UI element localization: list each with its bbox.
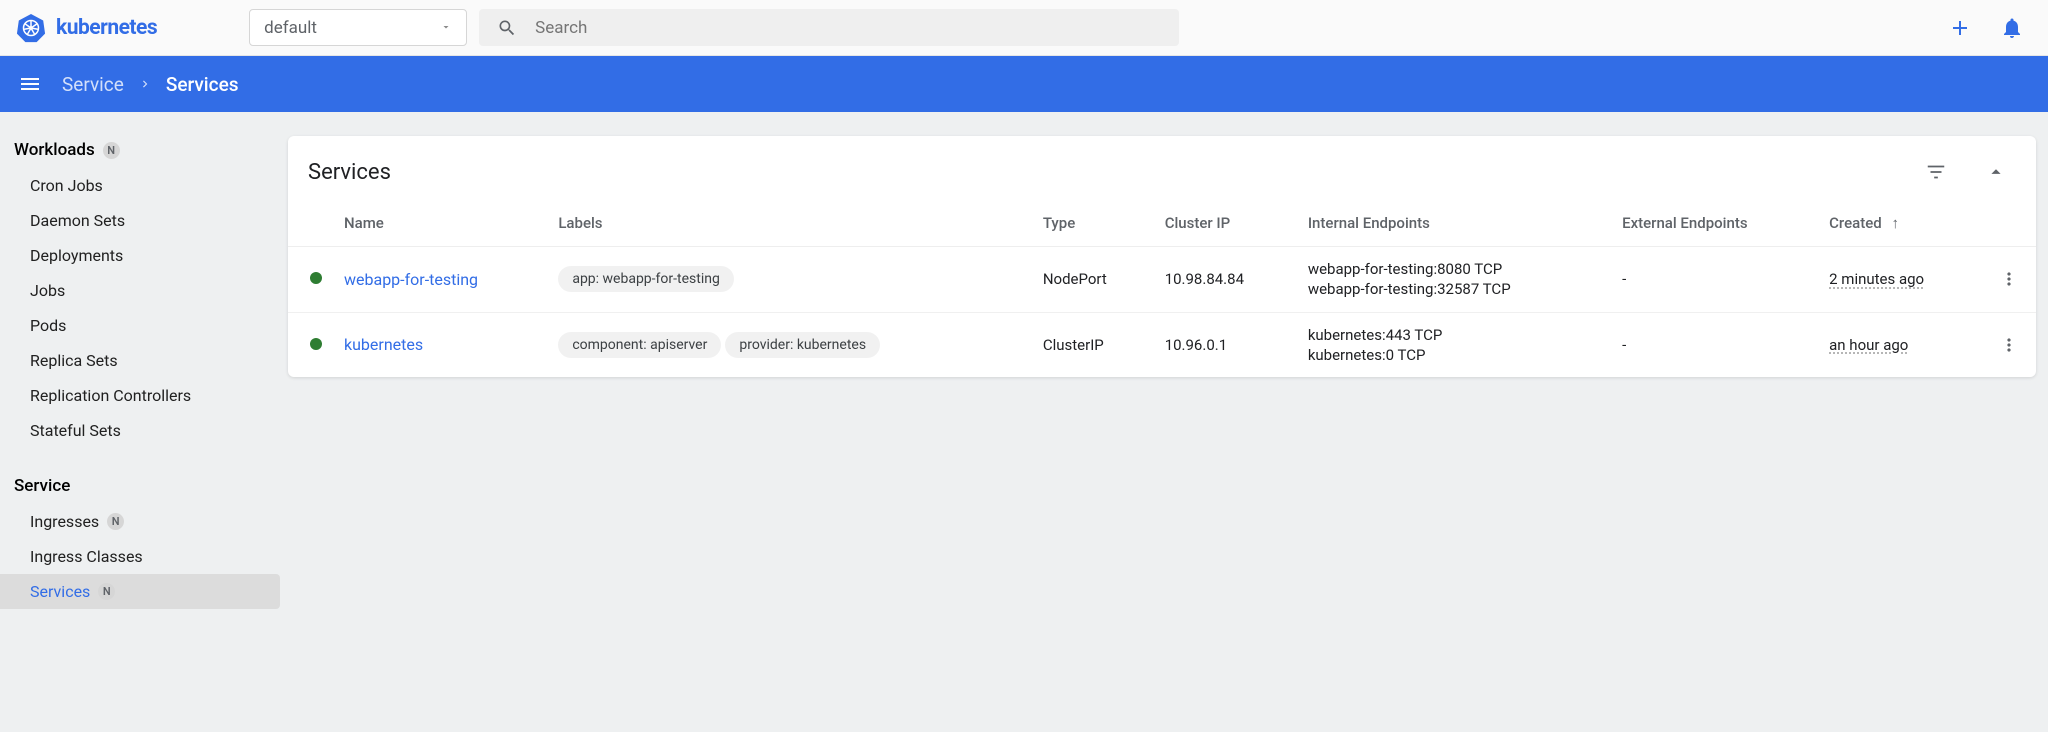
row-menu-cell <box>1982 312 2036 377</box>
created-cell: 2 minutes ago <box>1817 247 1982 313</box>
sidebar-section-service[interactable]: Service <box>0 468 280 504</box>
internal-endpoints-cell: webapp-for-testing:8080 TCPwebapp-for-te… <box>1296 247 1610 313</box>
sidebar-item-replication-controllers[interactable]: Replication Controllers <box>0 378 280 413</box>
create-button[interactable] <box>1940 8 1980 48</box>
sidebar-item-deployments[interactable]: Deployments <box>0 238 280 273</box>
badge: N <box>107 513 124 530</box>
notifications-button[interactable] <box>1992 8 2032 48</box>
logo[interactable]: kubernetes <box>16 13 157 43</box>
collapse-button[interactable] <box>1976 152 2016 192</box>
sidebar: Workloads N Cron Jobs Daemon Sets Deploy… <box>0 112 280 732</box>
top-toolbar: kubernetes default <box>0 0 2048 56</box>
status-cell <box>288 312 344 377</box>
logo-text: kubernetes <box>56 16 157 40</box>
status-cell <box>288 247 344 313</box>
row-menu-button[interactable] <box>1994 264 2024 294</box>
sidebar-section-workloads[interactable]: Workloads N <box>0 132 280 168</box>
caret-up-icon <box>1985 161 2007 183</box>
cluster-ip-cell: 10.96.0.1 <box>1153 312 1296 377</box>
menu-button[interactable] <box>12 66 48 102</box>
internal-endpoints-cell: kubernetes:443 TCPkubernetes:0 TCP <box>1296 312 1610 377</box>
search-icon <box>497 18 517 38</box>
subheader: Service Services <box>0 56 2048 112</box>
kubernetes-logo-icon <box>16 13 46 43</box>
label-chip: component: apiserver <box>558 332 721 358</box>
content: Services Name Labels Type Cluster IP <box>280 112 2048 732</box>
sidebar-item-replica-sets[interactable]: Replica Sets <box>0 343 280 378</box>
sidebar-item-pods[interactable]: Pods <box>0 308 280 343</box>
table-row: kubernetes component: apiserverprovider: … <box>288 312 2036 377</box>
labels-cell: component: apiserverprovider: kubernetes <box>546 312 1031 377</box>
filter-icon <box>1925 161 1947 183</box>
name-cell: webapp-for-testing <box>344 247 546 313</box>
sidebar-section-label: Workloads <box>14 140 95 160</box>
services-table: Name Labels Type Cluster IP Internal End… <box>288 202 2036 377</box>
sidebar-section-label: Service <box>14 476 70 496</box>
more-vert-icon <box>1999 335 2019 355</box>
labels-cell: app: webapp-for-testing <box>546 247 1031 313</box>
card-header: Services <box>288 136 2036 202</box>
breadcrumb: Service Services <box>62 73 239 96</box>
table-row: webapp-for-testing app: webapp-for-testin… <box>288 247 2036 313</box>
card-title: Services <box>308 160 391 185</box>
search-input[interactable] <box>535 18 1161 38</box>
type-cell: ClusterIP <box>1031 312 1153 377</box>
search-box[interactable] <box>479 9 1179 46</box>
bell-icon <box>2000 16 2024 40</box>
cluster-ip-cell: 10.98.84.84 <box>1153 247 1296 313</box>
col-labels[interactable]: Labels <box>546 202 1031 247</box>
name-cell: kubernetes <box>344 312 546 377</box>
external-endpoints-cell: - <box>1610 312 1817 377</box>
service-link[interactable]: webapp-for-testing <box>344 270 478 289</box>
namespace-select[interactable]: default <box>249 9 467 46</box>
col-created[interactable]: Created ↑ <box>1817 202 1982 247</box>
status-running-icon <box>310 338 322 350</box>
service-link[interactable]: kubernetes <box>344 335 423 354</box>
badge: N <box>103 142 120 159</box>
type-cell: NodePort <box>1031 247 1153 313</box>
col-internal-endpoints[interactable]: Internal Endpoints <box>1296 202 1610 247</box>
sort-ascending-icon: ↑ <box>1891 214 1899 232</box>
breadcrumb-current: Services <box>166 73 239 96</box>
row-menu-button[interactable] <box>1994 330 2024 360</box>
plus-icon <box>1948 16 1972 40</box>
services-card: Services Name Labels Type Cluster IP <box>288 136 2036 377</box>
label-chip: provider: kubernetes <box>725 332 880 358</box>
status-running-icon <box>310 272 322 284</box>
more-vert-icon <box>1999 269 2019 289</box>
col-name[interactable]: Name <box>344 202 546 247</box>
sidebar-item-services[interactable]: Services N <box>0 574 280 609</box>
chevron-right-icon <box>138 73 152 96</box>
caret-down-icon <box>440 18 452 38</box>
created-cell: an hour ago <box>1817 312 1982 377</box>
badge: N <box>98 583 115 600</box>
sidebar-item-cron-jobs[interactable]: Cron Jobs <box>0 168 280 203</box>
filter-button[interactable] <box>1916 152 1956 192</box>
sidebar-item-stateful-sets[interactable]: Stateful Sets <box>0 413 280 448</box>
sidebar-item-daemon-sets[interactable]: Daemon Sets <box>0 203 280 238</box>
label-chip: app: webapp-for-testing <box>558 266 734 292</box>
hamburger-icon <box>18 72 42 96</box>
row-menu-cell <box>1982 247 2036 313</box>
col-cluster-ip[interactable]: Cluster IP <box>1153 202 1296 247</box>
sidebar-item-ingresses[interactable]: Ingresses N <box>0 504 280 539</box>
namespace-selected: default <box>264 18 317 38</box>
col-type[interactable]: Type <box>1031 202 1153 247</box>
breadcrumb-parent[interactable]: Service <box>62 73 124 96</box>
external-endpoints-cell: - <box>1610 247 1817 313</box>
sidebar-item-jobs[interactable]: Jobs <box>0 273 280 308</box>
col-external-endpoints[interactable]: External Endpoints <box>1610 202 1817 247</box>
sidebar-item-ingress-classes[interactable]: Ingress Classes <box>0 539 280 574</box>
